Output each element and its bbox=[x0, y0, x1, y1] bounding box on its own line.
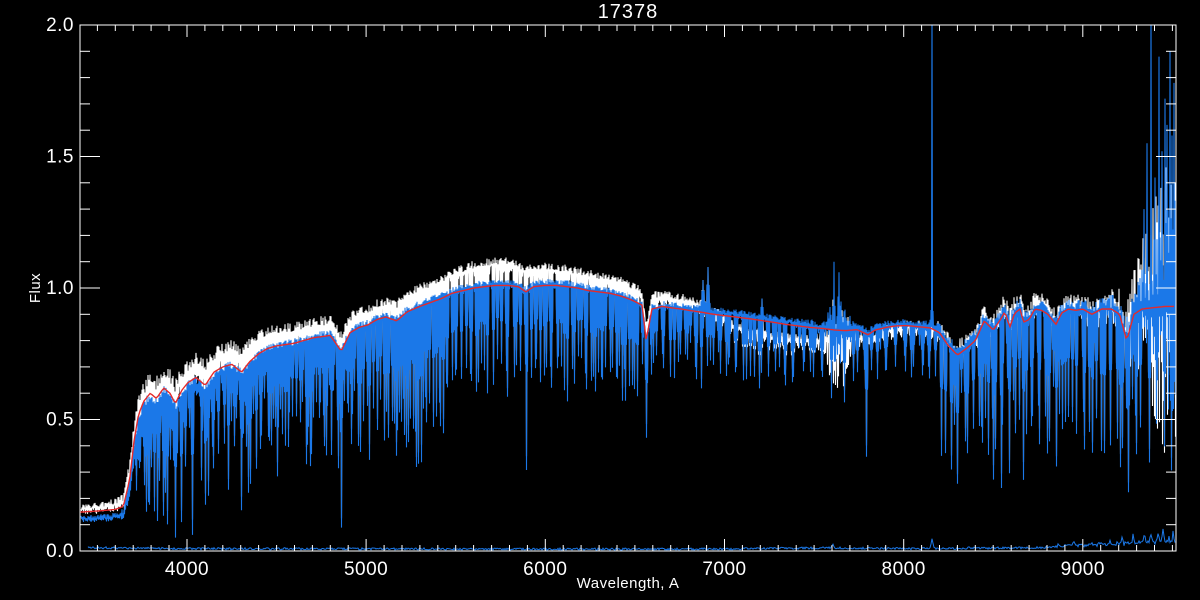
x-tick-label: 4000 bbox=[165, 559, 209, 580]
observed-spectrum-blue-line bbox=[81, 4, 1176, 538]
y-tick-label: 0.0 bbox=[46, 541, 74, 562]
x-tick-label: 5000 bbox=[344, 559, 388, 580]
error-spectrum-line bbox=[88, 529, 1175, 550]
x-tick-label: 9000 bbox=[1061, 559, 1105, 580]
spectrum-plot-canvas: 4000500060007000800090000.00.51.01.52.0 … bbox=[0, 0, 1200, 600]
x-tick-label: 7000 bbox=[702, 559, 746, 580]
x-tick-label: 6000 bbox=[523, 559, 567, 580]
y-tick-label: 1.0 bbox=[46, 278, 74, 299]
y-tick-label: 1.5 bbox=[46, 147, 74, 168]
series-layer bbox=[80, 4, 1176, 550]
spectrum-chart: 4000500060007000800090000.00.51.01.52.0 … bbox=[0, 0, 1200, 600]
y-axis-label: Flux bbox=[27, 273, 44, 303]
y-tick-label: 2.0 bbox=[46, 15, 74, 36]
y-tick-label: 0.5 bbox=[46, 410, 74, 431]
x-axis-label: Wavelength, A bbox=[577, 575, 680, 592]
chart-title: 17378 bbox=[598, 1, 659, 23]
x-tick-label: 8000 bbox=[882, 559, 926, 580]
